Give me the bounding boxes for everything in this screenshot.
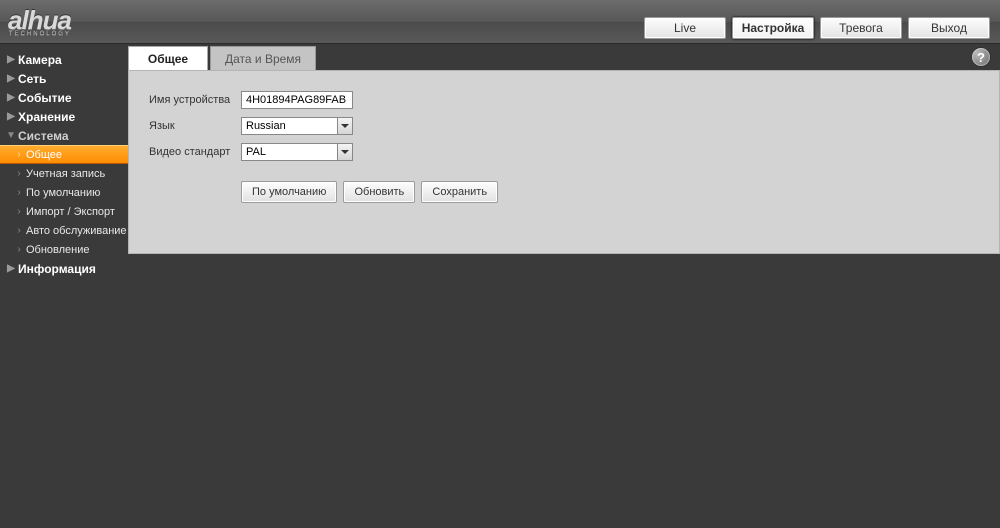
dropdown-icon <box>337 118 352 134</box>
help-icon[interactable]: ? <box>972 48 990 66</box>
sidebar-sub-label: Авто обслуживание <box>26 225 127 237</box>
chevron-right-icon: › <box>14 168 24 179</box>
device-name-label: Имя устройства <box>149 94 241 106</box>
chevron-down-icon: ▼ <box>6 130 16 141</box>
sidebar-item-information[interactable]: ▶ Информация <box>0 259 128 278</box>
device-name-input[interactable] <box>241 91 353 109</box>
sidebar-sub-label: Импорт / Экспорт <box>26 206 115 218</box>
chevron-right-icon: ▶ <box>6 92 16 103</box>
sidebar-sub-label: По умолчанию <box>26 187 100 199</box>
sidebar-item-label: Сеть <box>18 72 46 86</box>
chevron-right-icon: ▶ <box>6 73 16 84</box>
sidebar-item-label: Система <box>18 129 69 143</box>
refresh-button[interactable]: Обновить <box>343 181 415 203</box>
sidebar-sub-automaint[interactable]: › Авто обслуживание <box>0 221 128 240</box>
chevron-right-icon: ▶ <box>6 111 16 122</box>
chevron-right-icon: › <box>14 149 24 160</box>
sidebar-sub-account[interactable]: › Учетная запись <box>0 164 128 183</box>
top-nav: Live Настройка Тревога Выход <box>644 17 990 39</box>
brand-logo: alhua TECHNOLOGY <box>8 7 71 37</box>
nav-alarm-button[interactable]: Тревога <box>820 17 902 39</box>
video-standard-label: Видео стандарт <box>149 146 241 158</box>
sidebar-item-label: Хранение <box>18 110 75 124</box>
sidebar-sub-default[interactable]: › По умолчанию <box>0 183 128 202</box>
body: ▶ Камера ▶ Сеть ▶ Событие ▶ Хранение ▼ С… <box>0 44 1000 528</box>
sidebar-sub-general[interactable]: › Общее <box>0 145 128 164</box>
chevron-right-icon: ▶ <box>6 54 16 65</box>
chevron-right-icon: › <box>14 187 24 198</box>
sidebar-sub-label: Общее <box>26 149 62 161</box>
sidebar-item-event[interactable]: ▶ Событие <box>0 88 128 107</box>
chevron-right-icon: ▶ <box>6 263 16 274</box>
tab-row: Общее Дата и Время ? <box>128 44 1000 70</box>
video-standard-select-value: PAL <box>246 146 266 158</box>
sidebar-sub-label: Обновление <box>26 244 90 256</box>
sidebar-item-storage[interactable]: ▶ Хранение <box>0 107 128 126</box>
topbar: alhua TECHNOLOGY Live Настройка Тревога … <box>0 0 1000 44</box>
nav-setup-button[interactable]: Настройка <box>732 17 814 39</box>
dropdown-icon <box>337 144 352 160</box>
chevron-right-icon: › <box>14 206 24 217</box>
chevron-right-icon: › <box>14 225 24 236</box>
sidebar-item-label: Событие <box>18 91 72 105</box>
row-device-name: Имя устройства <box>149 89 979 111</box>
main: Общее Дата и Время ? Имя устройства Язык… <box>128 44 1000 528</box>
sidebar: ▶ Камера ▶ Сеть ▶ Событие ▶ Хранение ▼ С… <box>0 44 128 528</box>
save-button[interactable]: Сохранить <box>421 181 498 203</box>
sidebar-sub-import-export[interactable]: › Импорт / Экспорт <box>0 202 128 221</box>
language-select[interactable]: Russian <box>241 117 353 135</box>
tab-general[interactable]: Общее <box>128 46 208 70</box>
sidebar-item-label: Камера <box>18 53 62 67</box>
sidebar-item-label: Информация <box>18 262 96 276</box>
nav-live-button[interactable]: Live <box>644 17 726 39</box>
sidebar-item-network[interactable]: ▶ Сеть <box>0 69 128 88</box>
chevron-right-icon: › <box>14 244 24 255</box>
sidebar-sub-upgrade[interactable]: › Обновление <box>0 240 128 259</box>
sidebar-sub-label: Учетная запись <box>26 168 105 180</box>
video-standard-select[interactable]: PAL <box>241 143 353 161</box>
nav-logout-button[interactable]: Выход <box>908 17 990 39</box>
sidebar-item-camera[interactable]: ▶ Камера <box>0 50 128 69</box>
sidebar-item-system[interactable]: ▼ Система <box>0 126 128 145</box>
row-video-standard: Видео стандарт PAL <box>149 141 979 163</box>
settings-panel: Имя устройства Язык Russian Видео станда… <box>128 70 1000 254</box>
language-label: Язык <box>149 120 241 132</box>
default-button[interactable]: По умолчанию <box>241 181 337 203</box>
brand-subtitle: TECHNOLOGY <box>8 31 71 37</box>
row-language: Язык Russian <box>149 115 979 137</box>
tab-datetime[interactable]: Дата и Время <box>210 46 316 70</box>
button-row: По умолчанию Обновить Сохранить <box>241 181 979 203</box>
language-select-value: Russian <box>246 120 286 132</box>
